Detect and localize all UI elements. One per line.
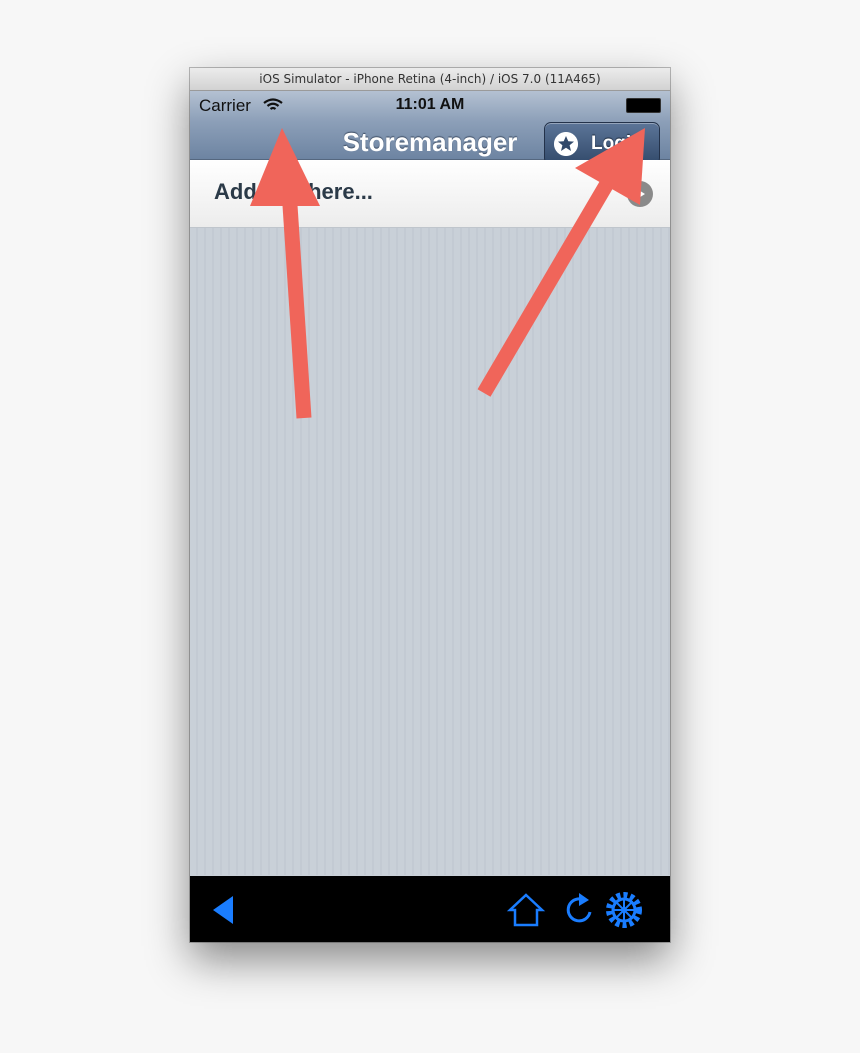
annotation-arrow-right	[477, 128, 645, 397]
annotation-arrows	[250, 128, 645, 419]
annotation-arrow-left	[250, 128, 320, 419]
